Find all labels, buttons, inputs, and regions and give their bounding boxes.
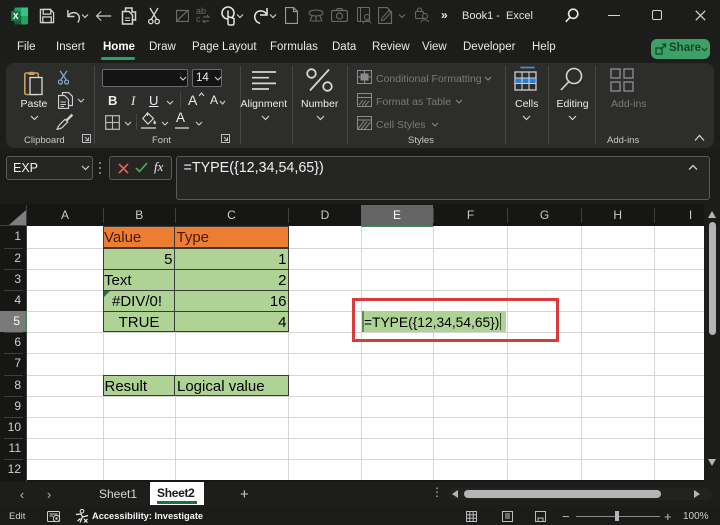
svg-text:c: c	[196, 14, 201, 24]
svg-text:X: X	[13, 11, 19, 21]
